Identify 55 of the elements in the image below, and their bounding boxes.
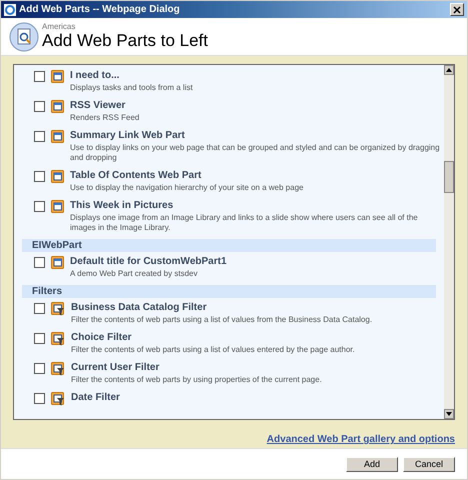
web-part-title[interactable]: Table Of Contents Web Part: [70, 170, 304, 182]
web-part-icon: [51, 170, 64, 183]
checkbox[interactable]: [34, 101, 45, 112]
group-heading: Filters: [22, 285, 436, 298]
scrollbar[interactable]: [444, 65, 454, 419]
close-icon: [453, 6, 461, 14]
web-part-icon: [51, 256, 64, 269]
browser-icon: [4, 4, 16, 16]
scroll-thumb[interactable]: [444, 161, 454, 193]
web-part-icon: [51, 200, 64, 213]
dialog-button[interactable]: Add: [346, 456, 398, 472]
dialog-button[interactable]: Cancel: [403, 456, 455, 472]
checkbox[interactable]: [34, 201, 45, 212]
web-part-title[interactable]: Default title for CustomWebPart1: [70, 256, 226, 268]
web-part-title[interactable]: Summary Link Web Part: [70, 130, 440, 142]
checkbox[interactable]: [34, 257, 45, 268]
web-part-title[interactable]: I need to...: [70, 70, 193, 82]
web-part-description: Displays tasks and tools from a list: [70, 83, 193, 93]
web-part-description: Use to display links on your web page that can be grouped and styled and can be organized by dragging and dropping: [70, 143, 440, 163]
search-page-icon: [9, 22, 39, 52]
web-part-title[interactable]: Date Filter: [71, 392, 120, 404]
web-part-icon: [51, 70, 64, 83]
web-part-icon: [51, 100, 64, 113]
web-part-icon: [51, 130, 64, 143]
checkbox[interactable]: [34, 333, 45, 344]
filter-icon: [51, 392, 65, 406]
web-part-description: Displays one image from an Image Library and links to a slide show where users can see all of the images in the Image Library.: [70, 213, 419, 233]
site-name: Americas: [42, 22, 76, 31]
web-part-title[interactable]: Choice Filter: [71, 332, 355, 344]
checkbox[interactable]: [34, 363, 45, 374]
gallery-link[interactable]: Advanced Web Part gallery and options: [266, 432, 455, 447]
web-part-description: A demo Web Part created by stsdev: [70, 269, 198, 279]
web-part-title[interactable]: Current User Filter: [71, 362, 322, 374]
close-button[interactable]: [450, 3, 464, 16]
dialog-title: Add Web Parts to Left: [42, 31, 208, 51]
web-part-description: Filter the contents of web parts by using properties of the current page.: [71, 375, 322, 385]
web-part-title[interactable]: Business Data Catalog Filter: [71, 302, 372, 314]
scroll-up-icon: [446, 68, 452, 72]
checkbox[interactable]: [34, 71, 45, 82]
checkbox[interactable]: [34, 131, 45, 142]
checkbox[interactable]: [34, 393, 45, 404]
group-heading: EIWebPart: [22, 239, 436, 252]
web-part-title[interactable]: RSS Viewer: [70, 100, 140, 112]
web-part-title[interactable]: This Week in Pictures: [70, 200, 440, 212]
web-part-description: Filter the contents of web parts using a list of values entered by the page author.: [71, 345, 355, 355]
web-part-description: Filter the contents of web parts using a list of values from the Business Data Catalog.: [71, 315, 372, 325]
web-part-description: Use to display the navigation hierarchy of your site on a web page: [70, 183, 304, 193]
window-title: Add Web Parts -- Webpage Dialog: [19, 3, 180, 17]
filter-icon: [51, 302, 65, 316]
web-part-description: Renders RSS Feed: [70, 113, 140, 123]
checkbox[interactable]: [34, 303, 45, 314]
scroll-down-icon: [446, 412, 452, 416]
filter-icon: [51, 332, 65, 346]
filter-icon: [51, 362, 65, 376]
checkbox[interactable]: [34, 171, 45, 182]
